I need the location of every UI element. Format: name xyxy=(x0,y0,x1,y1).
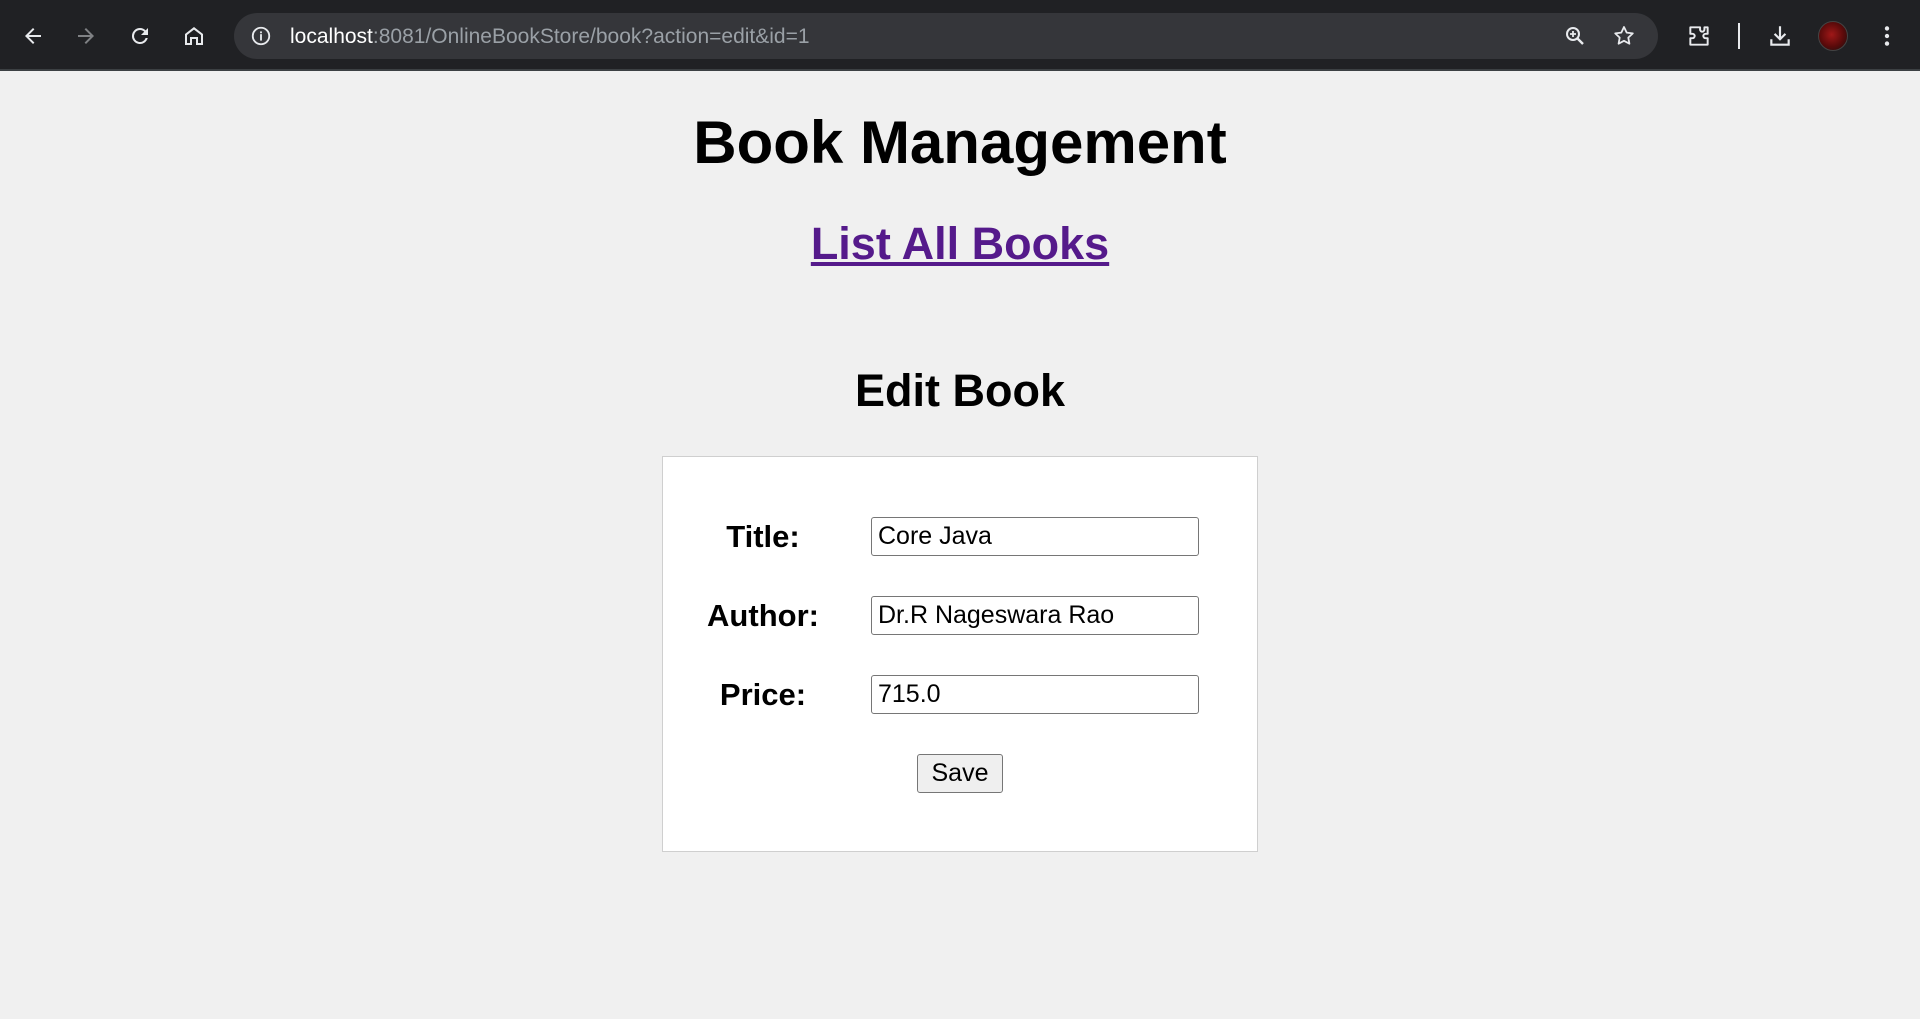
home-icon[interactable] xyxy=(174,16,214,56)
page-title: Book Management xyxy=(693,109,1227,176)
back-arrow-icon[interactable] xyxy=(13,16,53,56)
reload-icon[interactable] xyxy=(120,16,160,56)
author-input[interactable] xyxy=(871,596,1199,635)
author-label: Author: xyxy=(707,598,819,633)
price-input[interactable] xyxy=(871,675,1199,714)
site-info-icon[interactable] xyxy=(246,21,276,51)
title-label: Title: xyxy=(726,519,800,554)
price-label: Price: xyxy=(719,677,807,712)
browser-toolbar: localhost:8081/OnlineBookStore/book?acti… xyxy=(0,0,1920,71)
list-all-books-heading: List All Books xyxy=(0,218,1920,270)
extensions-icon[interactable] xyxy=(1680,17,1718,55)
form-title: Edit Book xyxy=(855,365,1065,416)
profile-avatar[interactable] xyxy=(1818,21,1848,51)
url-path: :8081/OnlineBookStore/book?action=edit&i… xyxy=(372,25,810,48)
edit-book-form: Title: Author: Price: Save xyxy=(662,456,1258,852)
url-text[interactable]: localhost:8081/OnlineBookStore/book?acti… xyxy=(290,25,810,49)
zoom-icon[interactable] xyxy=(1561,22,1589,50)
address-bar[interactable]: localhost:8081/OnlineBookStore/book?acti… xyxy=(234,13,1658,59)
forward-arrow-icon[interactable] xyxy=(66,16,106,56)
list-all-books-link[interactable]: List All Books xyxy=(811,218,1109,269)
menu-dots-icon[interactable] xyxy=(1868,17,1906,55)
bookmark-star-icon[interactable] xyxy=(1610,22,1638,50)
toolbar-divider xyxy=(1738,23,1740,49)
title-input[interactable] xyxy=(871,517,1199,556)
url-host: localhost xyxy=(290,25,373,48)
download-icon[interactable] xyxy=(1761,17,1799,55)
save-button[interactable]: Save xyxy=(917,754,1003,793)
